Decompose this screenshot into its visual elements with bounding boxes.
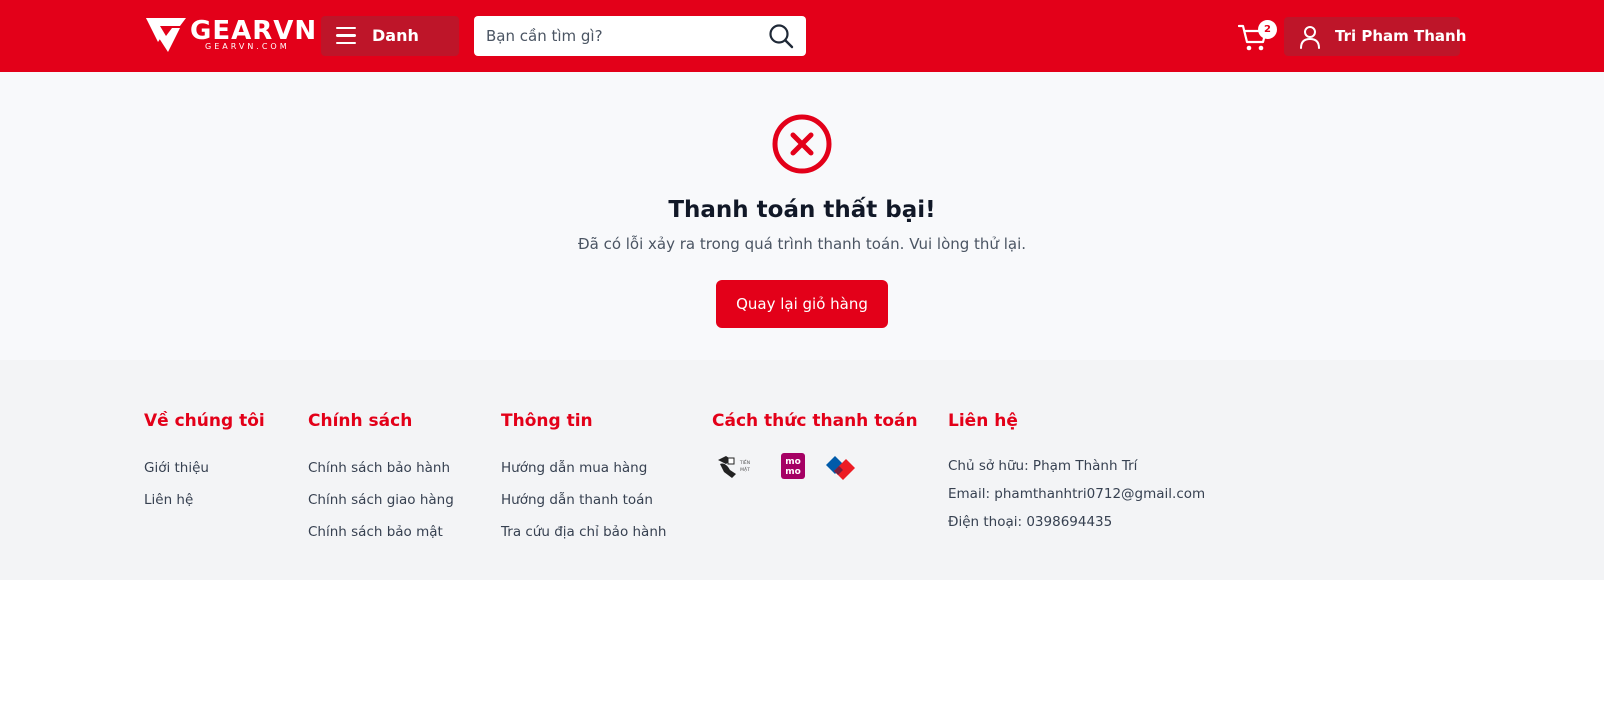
footer-link-about[interactable]: Giới thiệu [144,452,265,484]
contact-phone: Điện thoại: 0398694435 [948,514,1113,530]
footer-policy-title: Chính sách [308,411,413,431]
search-box [474,16,806,56]
cash-icon: TIỀN MẶT [718,456,750,478]
back-to-cart-button[interactable]: Quay lại giỏ hàng [716,280,888,328]
site-header: GEARVN GEARVN.COM Danh mục 2 Tri Pham Th… [0,0,1604,85]
svg-text:mo: mo [785,457,801,467]
footer-link-privacy-policy[interactable]: Chính sách bảo mật [308,516,454,548]
search-icon[interactable] [768,23,794,49]
footer-contact: Liên hệ Chủ sở hữu: Phạm Thành Trí Email… [948,410,1205,536]
payment-result-section: Thanh toán thất bại! Đã có lỗi xảy ra tr… [0,72,1604,360]
contact-email: Email: phamthanhtri0712@gmail.com [948,486,1206,502]
search-input[interactable] [474,16,764,56]
footer-link-warranty-lookup[interactable]: Tra cứu địa chỉ bảo hành [501,516,666,548]
user-icon [1300,26,1320,49]
footer-link-warranty-policy[interactable]: Chính sách bảo hành [308,452,454,484]
footer-link-contact[interactable]: Liên hệ [144,484,265,516]
vnpay-icon [826,456,855,480]
svg-text:mo: mo [785,467,801,477]
svg-text:TIỀN: TIỀN [739,458,750,466]
site-footer: Về chúng tôi Giới thiệu Liên hệ Chính sá… [0,360,1604,580]
contact-owner: Chủ sở hữu: Phạm Thành Trí [948,458,1138,474]
cart-count-badge: 2 [1258,20,1277,39]
hamburger-icon [336,27,356,45]
logo-subtext: GEARVN.COM [205,42,290,51]
svg-text:MẶT: MẶT [740,466,750,473]
gearvn-logo[interactable]: GEARVN GEARVN.COM [144,16,316,54]
footer-info-title: Thông tin [501,411,593,431]
footer-link-payment-guide[interactable]: Hướng dẫn thanh toán [501,484,666,516]
footer-policy: Chính sách Chính sách bảo hành Chính sác… [308,410,454,548]
category-menu-button[interactable]: Danh mục [321,16,459,85]
payment-failed-message: Đã có lỗi xảy ra trong quá trình thanh t… [577,235,1026,253]
footer-link-buying-guide[interactable]: Hướng dẫn mua hàng [501,452,666,484]
user-name: Tri Pham Thanh [1335,27,1467,45]
footer-about: Về chúng tôi Giới thiệu Liên hệ [144,410,265,516]
footer-about-title: Về chúng tôi [144,411,265,431]
footer-payment-title: Cách thức thanh toán [712,411,918,431]
footer-info: Thông tin Hướng dẫn mua hàng Hướng dẫn t… [501,410,666,548]
user-account-button[interactable]: Tri Pham Thanh [1284,17,1466,56]
momo-icon: mo mo [781,453,805,479]
logo-mark-icon [146,18,186,52]
payment-failed-title: Thanh toán thất bại! [668,197,936,223]
cart-button[interactable]: 2 [1238,18,1278,54]
error-circle-icon [772,114,832,174]
footer-contact-title: Liên hệ [948,411,1018,431]
payment-methods: TIỀN MẶT mo mo [712,452,918,482]
footer-payment: Cách thức thanh toán TIỀN MẶT mo mo [712,410,918,482]
footer-link-shipping-policy[interactable]: Chính sách giao hàng [308,484,454,516]
